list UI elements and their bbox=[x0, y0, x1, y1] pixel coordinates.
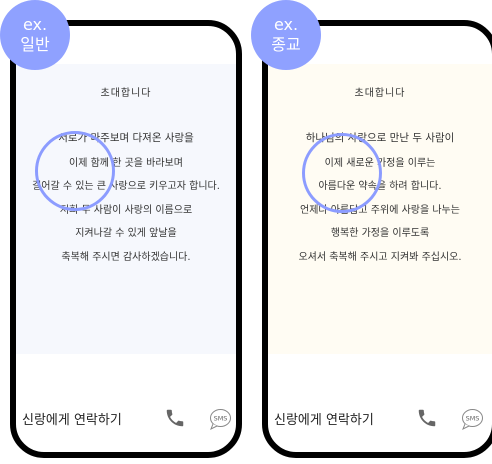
badge-prefix: ex. bbox=[273, 15, 299, 34]
phone-icon[interactable] bbox=[416, 407, 438, 429]
highlight-circle bbox=[302, 133, 382, 213]
phone-mockup-religious: 초대합니다 하나님의 사랑으로 만난 두 사람이 이제 새로운 가정을 이루는 … bbox=[262, 20, 492, 458]
text-line: 언제나 아름답고 주위에 사랑을 나누는 bbox=[300, 204, 460, 216]
text-line: 행복한 가정을 이루도록 bbox=[330, 228, 430, 239]
contact-bar: 신랑에게 연락하기 SMS bbox=[16, 409, 236, 439]
text-line: 하나님의 사랑으로 만난 두 사람이 bbox=[305, 132, 455, 144]
badge-label: 종교 bbox=[271, 35, 301, 54]
phone-icon[interactable] bbox=[164, 407, 186, 429]
text-line: 오셔서 축복해 주시고 지켜봐 주십시오. bbox=[298, 251, 462, 263]
badge-label: 일반 bbox=[20, 35, 50, 54]
contact-bar: 신랑에게 연락하기 SMS bbox=[268, 409, 492, 439]
sms-icon[interactable]: SMS bbox=[460, 407, 484, 431]
text-line: 축복해 주시면 감사하겠습니다. bbox=[61, 251, 191, 263]
invitation-title: 초대합니다 bbox=[100, 88, 152, 99]
svg-text:SMS: SMS bbox=[466, 415, 480, 423]
example-badge-general: ex. 일반 bbox=[0, 0, 70, 70]
highlight-circle bbox=[35, 131, 115, 211]
text-line: 지켜나갈 수 있게 앞날을 bbox=[75, 228, 177, 239]
invitation-text: 하나님의 사랑으로 만난 두 사람이 이제 새로운 가정을 이루는 아름다운 약… bbox=[268, 130, 492, 271]
contact-groom-label: 신랑에게 연락하기 bbox=[274, 413, 374, 428]
sms-icon[interactable]: SMS bbox=[208, 407, 232, 431]
example-badge-religious: ex. 종교 bbox=[251, 0, 321, 70]
text-line: 저희 두 사람이 사랑의 이름으로 bbox=[59, 204, 193, 216]
badge-prefix: ex. bbox=[22, 15, 48, 34]
contact-groom-label: 신랑에게 연락하기 bbox=[22, 413, 122, 428]
invitation-title: 초대합니다 bbox=[354, 88, 406, 99]
svg-text:SMS: SMS bbox=[214, 415, 228, 423]
phone-mockup-general: 초대합니다 서로가 마주보며 다져온 사랑을 이제 함께 한 곳을 바라보며 걸… bbox=[10, 20, 242, 458]
